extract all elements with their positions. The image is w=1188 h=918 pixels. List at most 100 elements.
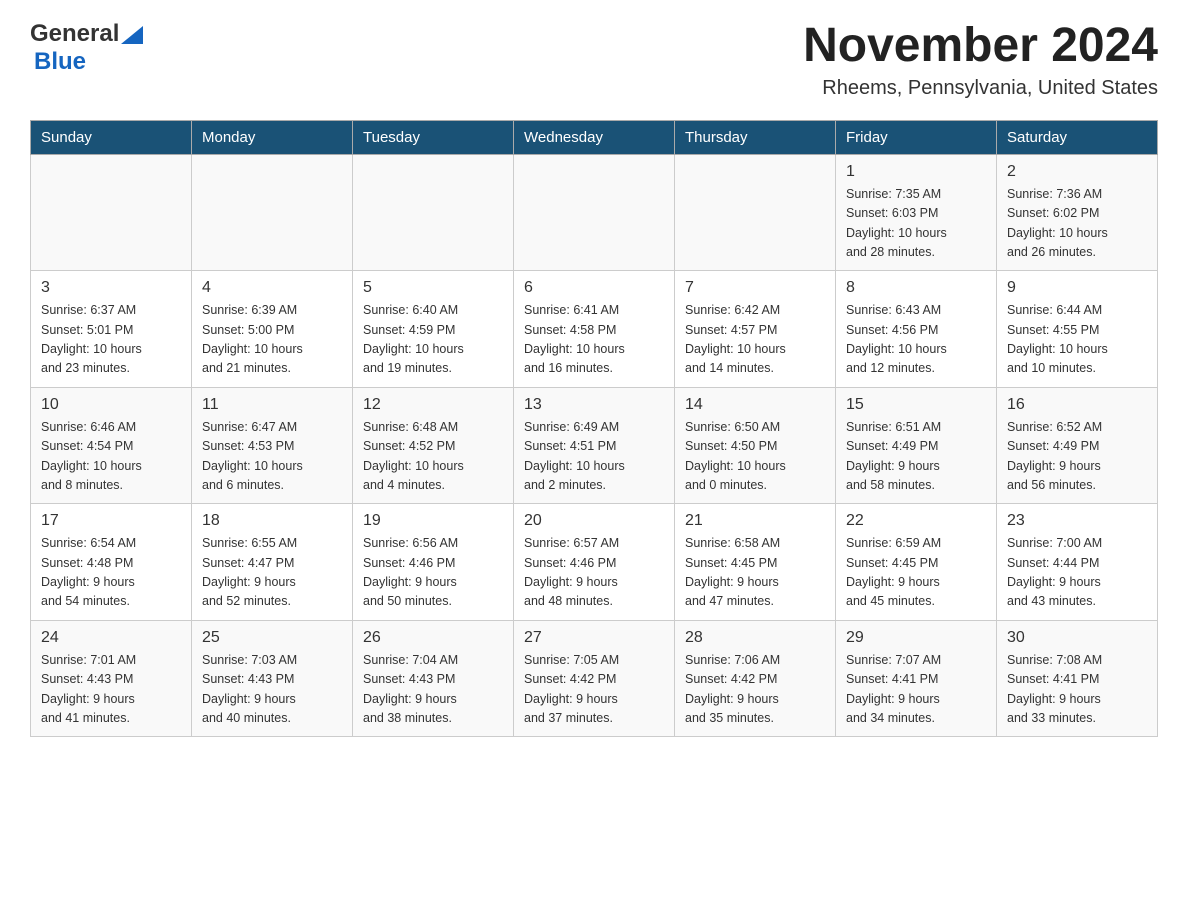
calendar-header-row: SundayMondayTuesdayWednesdayThursdayFrid… [31,120,1158,154]
day-number: 10 [41,396,181,414]
calendar-day-cell: 2 Sunrise: 7:36 AM Sunset: 6:02 PM Daylig… [997,154,1158,271]
day-number: 19 [363,512,503,530]
page-header: General Blue November 2024 Rheems, Penns… [30,20,1158,100]
weekday-header: Monday [192,120,353,154]
calendar-table: SundayMondayTuesdayWednesdayThursdayFrid… [30,120,1158,738]
day-info: Sunrise: 6:56 AM Sunset: 4:46 PM Dayligh… [363,534,503,612]
calendar-day-cell: 27Sunrise: 7:05 AM Sunset: 4:42 PM Dayli… [514,620,675,737]
month-title: November 2024 [803,20,1158,73]
day-info: Sunrise: 7:00 AM Sunset: 4:44 PM Dayligh… [1007,534,1147,612]
calendar-day-cell: 20 Sunrise: 6:57 AM Sunset: 4:46 PM Dayli… [514,504,675,621]
day-number: 21 [685,512,825,530]
day-info: Sunrise: 7:04 AM Sunset: 4:43 PM Dayligh… [363,651,503,729]
day-number: 12 [363,396,503,414]
calendar-week-row: 24 Sunrise: 7:01 AM Sunset: 4:43 PM Dayli… [31,620,1158,737]
calendar-week-row: 3Sunrise: 6:37 AM Sunset: 5:01 PM Daylig… [31,271,1158,388]
day-number: 9 [1007,279,1147,297]
day-info: Sunrise: 7:07 AM Sunset: 4:41 PM Dayligh… [846,651,986,729]
day-info: Sunrise: 6:48 AM Sunset: 4:52 PM Dayligh… [363,418,503,496]
calendar-day-cell: 26 Sunrise: 7:04 AM Sunset: 4:43 PM Dayli… [353,620,514,737]
day-info: Sunrise: 6:51 AM Sunset: 4:49 PM Dayligh… [846,418,986,496]
day-number: 4 [202,279,342,297]
calendar-week-row: 10 Sunrise: 6:46 AM Sunset: 4:54 PM Dayli… [31,387,1158,504]
title-block: November 2024 Rheems, Pennsylvania, Unit… [803,20,1158,100]
day-number: 8 [846,279,986,297]
calendar-day-cell: 17 Sunrise: 6:54 AM Sunset: 4:48 PM Dayli… [31,504,192,621]
day-number: 7 [685,279,825,297]
calendar-day-cell: 22Sunrise: 6:59 AM Sunset: 4:45 PM Dayli… [836,504,997,621]
calendar-day-cell: 29 Sunrise: 7:07 AM Sunset: 4:41 PM Dayli… [836,620,997,737]
day-info: Sunrise: 7:36 AM Sunset: 6:02 PM Dayligh… [1007,185,1147,263]
day-number: 30 [1007,629,1147,647]
weekday-header: Tuesday [353,120,514,154]
calendar-week-row: 1 Sunrise: 7:35 AM Sunset: 6:03 PM Daylig… [31,154,1158,271]
calendar-day-cell: 14Sunrise: 6:50 AM Sunset: 4:50 PM Dayli… [675,387,836,504]
logo: General Blue [30,20,143,76]
day-number: 29 [846,629,986,647]
day-number: 17 [41,512,181,530]
day-info: Sunrise: 6:43 AM Sunset: 4:56 PM Dayligh… [846,301,986,379]
calendar-day-cell: 5 Sunrise: 6:40 AM Sunset: 4:59 PM Daylig… [353,271,514,388]
day-info: Sunrise: 6:37 AM Sunset: 5:01 PM Dayligh… [41,301,181,379]
day-number: 22 [846,512,986,530]
day-number: 16 [1007,396,1147,414]
calendar-day-cell: 25 Sunrise: 7:03 AM Sunset: 4:43 PM Dayli… [192,620,353,737]
calendar-day-cell: 10 Sunrise: 6:46 AM Sunset: 4:54 PM Dayli… [31,387,192,504]
calendar-day-cell: 21 Sunrise: 6:58 AM Sunset: 4:45 PM Dayli… [675,504,836,621]
day-number: 27 [524,629,664,647]
day-info: Sunrise: 7:01 AM Sunset: 4:43 PM Dayligh… [41,651,181,729]
calendar-day-cell: 12 Sunrise: 6:48 AM Sunset: 4:52 PM Dayli… [353,387,514,504]
day-info: Sunrise: 6:44 AM Sunset: 4:55 PM Dayligh… [1007,301,1147,379]
calendar-day-cell: 11Sunrise: 6:47 AM Sunset: 4:53 PM Dayli… [192,387,353,504]
logo-triangle-icon [121,26,143,44]
day-number: 20 [524,512,664,530]
day-info: Sunrise: 6:55 AM Sunset: 4:47 PM Dayligh… [202,534,342,612]
day-info: Sunrise: 6:47 AM Sunset: 4:53 PM Dayligh… [202,418,342,496]
logo-blue-text: Blue [34,48,86,75]
calendar-day-cell: 3Sunrise: 6:37 AM Sunset: 5:01 PM Daylig… [31,271,192,388]
weekday-header: Friday [836,120,997,154]
day-info: Sunrise: 6:54 AM Sunset: 4:48 PM Dayligh… [41,534,181,612]
calendar-week-row: 17 Sunrise: 6:54 AM Sunset: 4:48 PM Dayli… [31,504,1158,621]
day-info: Sunrise: 6:57 AM Sunset: 4:46 PM Dayligh… [524,534,664,612]
calendar-day-cell: 9 Sunrise: 6:44 AM Sunset: 4:55 PM Daylig… [997,271,1158,388]
day-info: Sunrise: 7:35 AM Sunset: 6:03 PM Dayligh… [846,185,986,263]
calendar-day-cell: 18Sunrise: 6:55 AM Sunset: 4:47 PM Dayli… [192,504,353,621]
day-info: Sunrise: 7:03 AM Sunset: 4:43 PM Dayligh… [202,651,342,729]
logo-general-text: General [30,20,119,48]
day-info: Sunrise: 6:52 AM Sunset: 4:49 PM Dayligh… [1007,418,1147,496]
day-info: Sunrise: 6:42 AM Sunset: 4:57 PM Dayligh… [685,301,825,379]
day-number: 24 [41,629,181,647]
day-info: Sunrise: 6:58 AM Sunset: 4:45 PM Dayligh… [685,534,825,612]
calendar-day-cell: 24 Sunrise: 7:01 AM Sunset: 4:43 PM Dayli… [31,620,192,737]
day-number: 6 [524,279,664,297]
day-number: 5 [363,279,503,297]
day-number: 15 [846,396,986,414]
day-info: Sunrise: 7:06 AM Sunset: 4:42 PM Dayligh… [685,651,825,729]
day-info: Sunrise: 6:41 AM Sunset: 4:58 PM Dayligh… [524,301,664,379]
calendar-day-cell [514,154,675,271]
day-info: Sunrise: 6:40 AM Sunset: 4:59 PM Dayligh… [363,301,503,379]
calendar-day-cell: 7 Sunrise: 6:42 AM Sunset: 4:57 PM Daylig… [675,271,836,388]
day-info: Sunrise: 6:46 AM Sunset: 4:54 PM Dayligh… [41,418,181,496]
calendar-day-cell: 19 Sunrise: 6:56 AM Sunset: 4:46 PM Dayli… [353,504,514,621]
day-info: Sunrise: 6:49 AM Sunset: 4:51 PM Dayligh… [524,418,664,496]
weekday-header: Wednesday [514,120,675,154]
day-number: 25 [202,629,342,647]
calendar-day-cell: 30 Sunrise: 7:08 AM Sunset: 4:41 PM Dayli… [997,620,1158,737]
day-number: 13 [524,396,664,414]
calendar-day-cell: 4 Sunrise: 6:39 AM Sunset: 5:00 PM Daylig… [192,271,353,388]
calendar-day-cell: 13 Sunrise: 6:49 AM Sunset: 4:51 PM Dayli… [514,387,675,504]
calendar-day-cell: 15 Sunrise: 6:51 AM Sunset: 4:49 PM Dayli… [836,387,997,504]
location-title: Rheems, Pennsylvania, United States [803,77,1158,100]
day-number: 23 [1007,512,1147,530]
weekday-header: Thursday [675,120,836,154]
day-number: 26 [363,629,503,647]
day-number: 2 [1007,163,1147,181]
calendar-day-cell: 6 Sunrise: 6:41 AM Sunset: 4:58 PM Daylig… [514,271,675,388]
calendar-day-cell: 1 Sunrise: 7:35 AM Sunset: 6:03 PM Daylig… [836,154,997,271]
day-info: Sunrise: 6:39 AM Sunset: 5:00 PM Dayligh… [202,301,342,379]
calendar-day-cell: 8 Sunrise: 6:43 AM Sunset: 4:56 PM Daylig… [836,271,997,388]
day-number: 1 [846,163,986,181]
day-info: Sunrise: 7:08 AM Sunset: 4:41 PM Dayligh… [1007,651,1147,729]
